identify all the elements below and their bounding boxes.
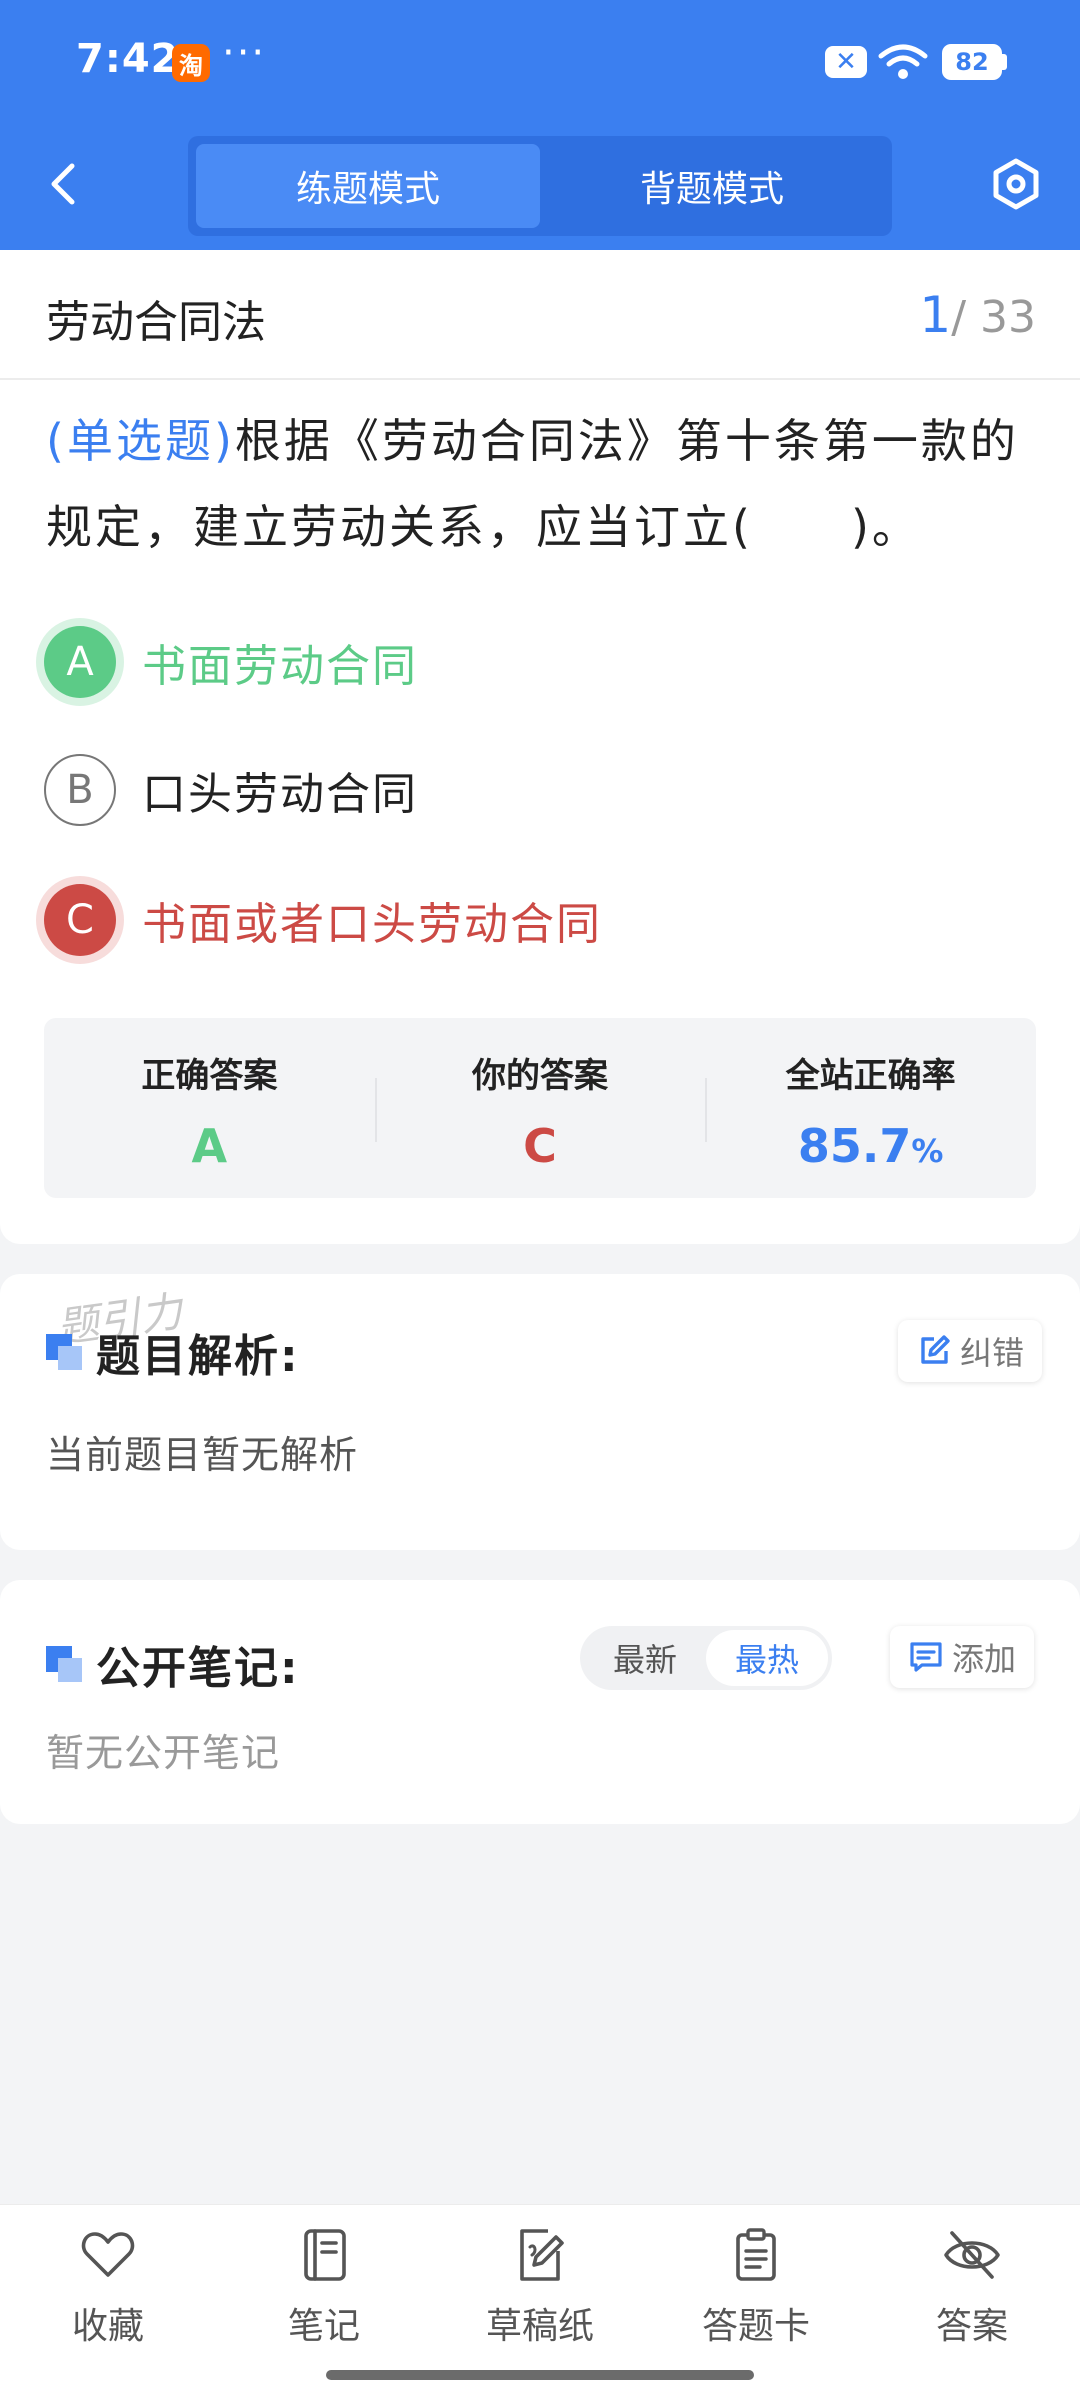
home-indicator[interactable] — [326, 2370, 754, 2380]
notes-label: 笔记 — [287, 2306, 360, 2347]
notes-title: 公开笔记: — [46, 1632, 300, 1696]
question-stem: (单选题)根据《劳动合同法》第十条第一款的规定，建立劳动关系，应当订立( )。 — [46, 398, 1036, 570]
notes-body: 暂无公开笔记 — [46, 1731, 281, 1775]
analysis-title-text: 题目解析: — [96, 1331, 300, 1382]
option-a[interactable]: A 书面劳动合同 — [44, 622, 418, 702]
answer-sheet-button[interactable]: 答题卡 — [676, 2225, 836, 2349]
question-category: 劳动合同法 — [46, 297, 266, 348]
favorite-button[interactable]: 收藏 — [28, 2225, 188, 2349]
option-a-letter: A — [44, 626, 116, 698]
option-a-text: 书面劳动合同 — [142, 641, 418, 692]
option-c-letter: C — [44, 884, 116, 956]
notebook-icon — [304, 2229, 346, 2281]
option-b[interactable]: B 口头劳动合同 — [44, 750, 418, 830]
question-card: 劳动合同法 1/ 33 (单选题)根据《劳动合同法》第十条第一款的规定，建立劳动… — [0, 250, 1080, 1244]
notes-button[interactable]: 笔记 — [244, 2225, 404, 2349]
analysis-body: 当前题目暂无解析 — [46, 1433, 359, 1477]
report-error-button[interactable]: 纠错 — [898, 1320, 1043, 1382]
question-type: (单选题) — [46, 414, 235, 468]
app-header: 7:42 淘 ··· ✕ 82 练题模式 背题模式 — [0, 0, 1080, 250]
add-note-button[interactable]: 添加 — [890, 1626, 1035, 1688]
wifi-icon — [878, 44, 928, 79]
answer-stats: 正确答案 A 你的答案 C 全站正确率 85.7% — [44, 1018, 1036, 1198]
stat-rate-label: 全站正确率 — [785, 1056, 956, 1096]
favorite-label: 收藏 — [71, 2306, 144, 2347]
edit-icon — [921, 1335, 950, 1364]
show-answer-label: 答案 — [935, 2306, 1008, 2347]
status-bar: 7:42 淘 ··· ✕ 82 — [0, 0, 1080, 125]
stat-your-label: 你的答案 — [472, 1056, 608, 1096]
draft-paper-label: 草稿纸 — [485, 2306, 594, 2347]
settings-icon[interactable] — [988, 156, 1044, 212]
taobao-app-icon: 淘 — [172, 44, 210, 82]
option-b-text: 口头劳动合同 — [142, 769, 418, 820]
stat-rate-value: 85.7% — [705, 1119, 1036, 1173]
section-marker-icon — [46, 1334, 82, 1370]
draft-paper-icon — [520, 2229, 564, 2281]
stat-correct-value: A — [191, 1119, 228, 1173]
analysis-title: 题目解析: — [46, 1320, 300, 1384]
more-notifications-icon: ··· — [222, 30, 267, 76]
back-chevron-icon[interactable] — [44, 160, 84, 208]
stat-correct-answer: 正确答案 A — [44, 1018, 375, 1198]
answer-sheet-icon — [736, 2228, 776, 2281]
comment-icon — [910, 1642, 942, 1672]
option-c-text: 书面或者口头劳动合同 — [142, 899, 602, 950]
question-counter[interactable]: 1/ 33 — [919, 286, 1036, 344]
stat-accuracy-rate: 全站正确率 85.7% — [705, 1018, 1036, 1198]
tab-memorize-mode[interactable]: 背题模式 — [540, 144, 884, 228]
battery-tip — [1002, 54, 1007, 70]
stat-your-answer: 你的答案 C — [374, 1018, 706, 1198]
sort-hottest[interactable]: 最热 — [706, 1630, 828, 1686]
sort-latest[interactable]: 最新 — [584, 1630, 706, 1686]
stat-your-value: C — [523, 1119, 557, 1173]
draft-paper-button[interactable]: 草稿纸 — [460, 2225, 620, 2349]
option-c[interactable]: C 书面或者口头劳动合同 — [44, 880, 602, 960]
status-time: 7:42 — [76, 36, 180, 82]
section-marker-icon — [46, 1646, 82, 1682]
eye-off-icon — [944, 2231, 1000, 2279]
stat-rate-unit: % — [911, 1132, 944, 1170]
question-titlebar: 劳动合同法 1/ 33 — [0, 250, 1080, 380]
battery-indicator: 82 — [942, 44, 1002, 80]
question-current-number: 1 — [919, 286, 952, 344]
option-b-letter: B — [44, 754, 116, 826]
tab-practice-mode[interactable]: 练题模式 — [196, 144, 540, 228]
stat-correct-label: 正确答案 — [141, 1056, 278, 1096]
add-note-label: 添加 — [952, 1640, 1017, 1678]
no-sim-icon: ✕ — [825, 46, 867, 78]
notes-sort-switch: 最新 最热 — [580, 1626, 832, 1690]
stat-rate-number: 85.7 — [797, 1119, 912, 1173]
question-total: / 33 — [951, 292, 1036, 343]
mode-switch: 练题模式 背题模式 — [188, 136, 892, 236]
answer-sheet-label: 答题卡 — [701, 2306, 810, 2347]
heart-icon — [81, 2232, 135, 2277]
public-notes-card: 公开笔记: 最新 最热 添加 暂无公开笔记 — [0, 1580, 1080, 1824]
analysis-card: 题引力 题目解析: 纠错 当前题目暂无解析 — [0, 1274, 1080, 1550]
report-error-label: 纠错 — [960, 1334, 1025, 1372]
notes-title-text: 公开笔记: — [96, 1643, 300, 1694]
show-answer-button[interactable]: 答案 — [892, 2225, 1052, 2349]
